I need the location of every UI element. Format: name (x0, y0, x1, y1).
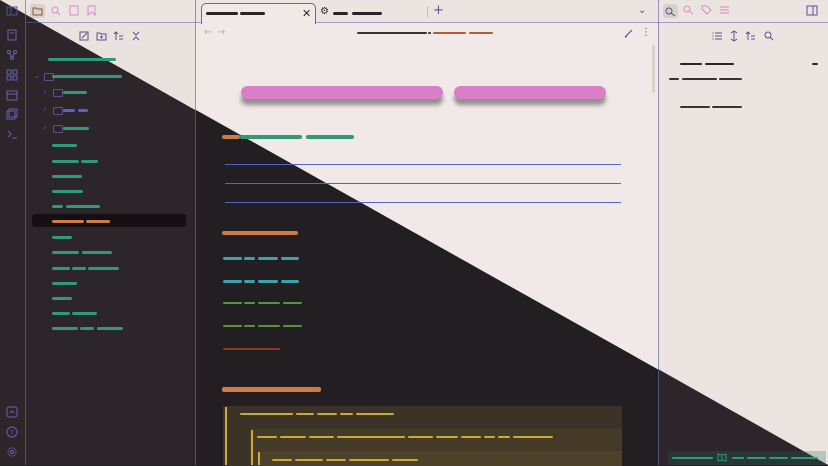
help-icon[interactable]: ? (6, 426, 18, 438)
edit-icon[interactable] (624, 28, 634, 38)
search-icon[interactable] (764, 31, 774, 41)
files-tab[interactable] (30, 4, 45, 18)
status-item (769, 457, 788, 459)
horizontal-rule (225, 202, 621, 203)
outline-item[interactable] (680, 106, 710, 108)
tree-file[interactable] (32, 292, 186, 305)
heading-marker (222, 135, 240, 139)
sort-icon[interactable] (113, 31, 124, 41)
tree-file[interactable] (32, 262, 186, 275)
horizontal-rule (225, 164, 621, 165)
new-folder-icon[interactable] (96, 31, 107, 41)
tab-settings[interactable]: ⚙ (318, 3, 425, 23)
tree-folder[interactable]: › (32, 86, 186, 99)
backlinks-icon[interactable] (683, 5, 694, 15)
tree-file[interactable] (32, 200, 186, 213)
more-options-icon[interactable]: ⋮ (641, 27, 651, 38)
tab-active-note[interactable]: ✕ (201, 3, 316, 24)
back-icon[interactable]: ← (204, 27, 212, 38)
tags-icon[interactable] (701, 5, 712, 15)
tree-file[interactable] (32, 277, 186, 290)
new-note-icon[interactable] (79, 31, 89, 41)
settings-icon[interactable] (6, 446, 18, 458)
folder-icon (53, 125, 63, 133)
folder-icon (53, 89, 63, 97)
sidebar-toggle-icon[interactable] (6, 5, 18, 17)
tree-file[interactable] (32, 307, 186, 320)
outline-item[interactable] (680, 63, 702, 65)
tab-strip-divider (25, 22, 828, 23)
graph-icon[interactable] (6, 49, 18, 61)
list-icon[interactable] (712, 31, 722, 41)
chevron-right-icon: › (43, 87, 47, 97)
svg-text:?: ? (10, 429, 14, 437)
vault-switch-icon[interactable] (6, 406, 18, 418)
chevron-right-icon: › (43, 123, 47, 133)
tree-file[interactable] (32, 155, 186, 168)
tree-file[interactable] (32, 170, 186, 183)
chevron-right-icon: › (43, 105, 47, 115)
callout-border (225, 407, 227, 465)
new-note-icon[interactable] (6, 29, 18, 41)
scrollbar[interactable] (652, 45, 655, 93)
bookmark-icon[interactable] (87, 5, 96, 16)
reading-mode-icon[interactable] (717, 453, 727, 462)
tag-pill[interactable] (454, 86, 606, 99)
ribbon: ? (0, 0, 25, 465)
properties-icon[interactable] (719, 5, 730, 15)
section-heading (222, 231, 298, 235)
section-heading (222, 387, 321, 392)
outline-item[interactable] (669, 78, 679, 80)
ribbon-divider (25, 0, 26, 465)
tab-separator (427, 6, 428, 18)
search-icon[interactable] (51, 6, 61, 16)
new-tab-icon[interactable]: + (433, 3, 444, 18)
tab-list-chevron-icon[interactable]: ⌄ (638, 5, 646, 16)
tree-file[interactable] (32, 322, 186, 335)
calendar-icon[interactable] (6, 89, 18, 101)
internal-link[interactable] (223, 348, 280, 350)
left-sidebar-divider (195, 0, 196, 465)
collapse-all-icon[interactable] (131, 31, 141, 41)
status-item[interactable] (672, 457, 713, 459)
tab-outline[interactable] (663, 4, 678, 18)
tree-file[interactable] (32, 246, 186, 259)
vault-name[interactable] (48, 58, 116, 61)
tag-pill[interactable] (241, 86, 443, 99)
note-heading (240, 135, 302, 139)
terminal-icon[interactable] (6, 128, 18, 140)
links-icon (665, 7, 676, 16)
canvas-icon[interactable] (6, 69, 18, 81)
tree-file-active[interactable] (32, 214, 186, 227)
right-sidebar-toggle-icon[interactable] (806, 5, 818, 16)
tree-file[interactable] (32, 185, 186, 198)
tree-folder[interactable]: › (32, 104, 186, 117)
expand-icon[interactable] (730, 30, 738, 42)
tree-folder[interactable]: › (32, 122, 186, 135)
close-icon[interactable]: ✕ (302, 7, 311, 20)
sort-icon[interactable] (745, 31, 756, 41)
gear-icon: ⚙ (320, 6, 329, 17)
right-sidebar-divider (658, 0, 659, 465)
tree-file[interactable] (32, 231, 186, 244)
status-item (732, 457, 744, 459)
folder-icon (53, 107, 63, 115)
tree-file[interactable] (32, 139, 186, 152)
templates-icon[interactable] (6, 108, 18, 120)
forward-icon[interactable]: → (217, 27, 225, 38)
chevron-down-icon: ⌄ (33, 71, 41, 81)
folder-icon (32, 7, 43, 16)
horizontal-rule (225, 183, 621, 184)
file-icon[interactable] (69, 5, 79, 16)
tree-folder-root[interactable]: ⌄ (32, 70, 186, 83)
